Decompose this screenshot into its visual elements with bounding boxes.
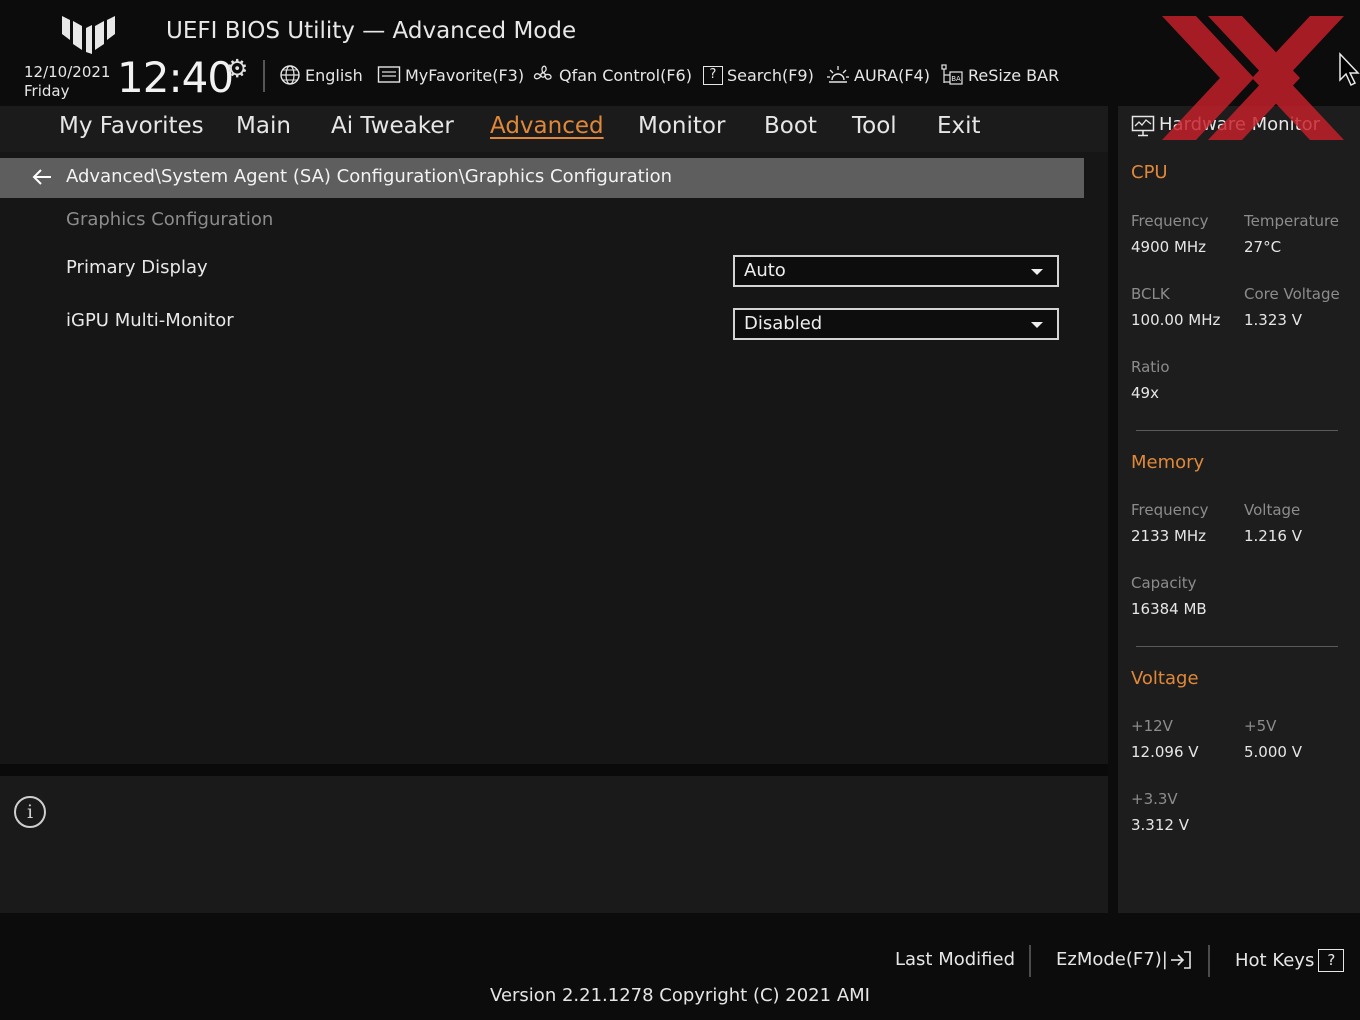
favorite-icon xyxy=(377,65,401,85)
section-divider xyxy=(1136,430,1338,431)
v33-value: 3.312 V xyxy=(1131,816,1189,834)
memory-heading: Memory xyxy=(1131,452,1205,473)
menu-tool[interactable]: Tool xyxy=(852,113,897,139)
section-title: Graphics Configuration xyxy=(66,209,274,230)
ezmode-button[interactable]: EzMode(F7)| xyxy=(1056,949,1192,970)
top-header: UEFI BIOS Utility — Advanced Mode 12/10/… xyxy=(0,0,1360,106)
globe-icon xyxy=(279,64,301,86)
igpu-multi-monitor-label: iGPU Multi-Monitor xyxy=(66,310,234,331)
ratio-label: Ratio xyxy=(1131,358,1170,376)
igpu-multi-monitor-value: Disabled xyxy=(744,313,823,334)
back-arrow-icon[interactable] xyxy=(31,167,53,192)
my-favorite-button[interactable]: MyFavorite(F3) xyxy=(377,62,524,88)
info-panel: i xyxy=(0,776,1108,913)
panel-divider xyxy=(0,764,1108,776)
ezmode-label: EzMode(F7)| xyxy=(1056,949,1168,970)
cpu-frequency-value: 4900 MHz xyxy=(1131,238,1207,256)
aura-light-icon xyxy=(826,64,850,86)
resize-bar-label: ReSize BAR xyxy=(968,65,1060,85)
breadcrumb-bar: Advanced\System Agent (SA) Configuration… xyxy=(0,158,1084,198)
memory-frequency-value: 2133 MHz xyxy=(1131,527,1207,545)
memory-voltage-label: Voltage xyxy=(1244,501,1301,519)
exit-arrow-icon xyxy=(1170,950,1192,970)
breadcrumb: Advanced\System Agent (SA) Configuration… xyxy=(66,166,673,187)
qfan-label: Qfan Control(F6) xyxy=(559,65,692,85)
gear-icon[interactable]: ⚙ xyxy=(226,54,248,83)
memory-voltage-value: 1.216 V xyxy=(1244,527,1302,545)
menu-monitor[interactable]: Monitor xyxy=(638,113,725,139)
resize-bar-icon: BA xyxy=(940,63,964,87)
fan-icon xyxy=(531,63,555,87)
clock: 12:40 xyxy=(117,53,234,102)
cpu-temperature-label: Temperature xyxy=(1244,212,1340,230)
header-divider xyxy=(263,60,265,92)
voltage-heading: Voltage xyxy=(1131,668,1199,689)
cpu-frequency-label: Frequency xyxy=(1131,212,1209,230)
hot-keys-button[interactable]: Hot Keys ? xyxy=(1235,949,1345,972)
date-display: 12/10/2021 Friday xyxy=(24,63,110,101)
date-text: 12/10/2021 xyxy=(24,63,111,81)
primary-display-select[interactable]: Auto xyxy=(733,255,1059,287)
v12-label: +12V xyxy=(1131,717,1173,735)
chevron-down-icon xyxy=(1031,269,1043,275)
search-button[interactable]: ? Search(F9) xyxy=(703,62,814,88)
info-icon: i xyxy=(14,796,46,828)
mouse-cursor-icon xyxy=(1339,52,1360,87)
primary-display-value: Auto xyxy=(744,260,786,281)
v5-label: +5V xyxy=(1244,717,1277,735)
menu-main[interactable]: Main xyxy=(236,113,291,139)
menu-exit[interactable]: Exit xyxy=(937,113,981,139)
hardware-monitor-panel: Hardware Monitor CPU Frequency 4900 MHz … xyxy=(1118,106,1360,913)
footer-bar: Last Modified EzMode(F7)| Hot Keys ? Ver… xyxy=(0,913,1360,1020)
footer-divider xyxy=(1208,945,1210,977)
igpu-multi-monitor-select[interactable]: Disabled xyxy=(733,308,1059,340)
tuf-logo-icon xyxy=(62,16,115,54)
menu-advanced[interactable]: Advanced xyxy=(490,113,604,139)
menu-boot[interactable]: Boot xyxy=(764,113,817,139)
resize-bar-button[interactable]: BA ReSize BAR xyxy=(940,62,1059,88)
monitor-icon xyxy=(1131,115,1155,137)
menu-my-favorites[interactable]: My Favorites xyxy=(59,113,204,139)
bclk-value: 100.00 MHz xyxy=(1131,311,1221,329)
last-modified-button[interactable]: Last Modified xyxy=(895,949,1015,970)
hot-keys-label: Hot Keys xyxy=(1235,950,1315,971)
cpu-heading: CPU xyxy=(1131,162,1168,183)
aura-label: AURA(F4) xyxy=(854,65,930,85)
cpu-temperature-value: 27°C xyxy=(1244,238,1282,256)
language-label: English xyxy=(305,65,363,85)
aura-button[interactable]: AURA(F4) xyxy=(826,62,930,88)
qfan-control-button[interactable]: Qfan Control(F6) xyxy=(531,62,692,88)
language-button[interactable]: English xyxy=(279,62,363,88)
my-favorite-label: MyFavorite(F3) xyxy=(405,65,525,85)
memory-frequency-label: Frequency xyxy=(1131,501,1209,519)
v33-label: +3.3V xyxy=(1131,790,1178,808)
day-text: Friday xyxy=(24,82,70,100)
menu-ai-tweaker[interactable]: Ai Tweaker xyxy=(331,113,454,139)
help-box-icon: ? xyxy=(1318,949,1345,972)
ratio-value: 49x xyxy=(1131,384,1159,402)
capacity-label: Capacity xyxy=(1131,574,1197,592)
sidebar-gap xyxy=(1108,106,1118,913)
core-voltage-label: Core Voltage xyxy=(1244,285,1340,303)
app-title: UEFI BIOS Utility — Advanced Mode xyxy=(166,18,577,44)
capacity-value: 16384 MB xyxy=(1131,600,1207,618)
svg-text:BA: BA xyxy=(951,75,961,83)
main-menu-bar: My Favorites Main Ai Tweaker Advanced Mo… xyxy=(0,106,1108,152)
footer-divider xyxy=(1029,945,1031,977)
help-box-icon: ? xyxy=(703,65,723,85)
v12-value: 12.096 V xyxy=(1131,743,1199,761)
primary-display-label: Primary Display xyxy=(66,257,208,278)
bclk-label: BCLK xyxy=(1131,285,1170,303)
section-divider xyxy=(1136,646,1338,647)
v5-value: 5.000 V xyxy=(1244,743,1302,761)
hardware-monitor-title: Hardware Monitor xyxy=(1159,114,1321,135)
main-panel: Advanced\System Agent (SA) Configuration… xyxy=(0,152,1108,764)
search-label: Search(F9) xyxy=(727,65,814,85)
chevron-down-icon xyxy=(1031,322,1043,328)
version-text: Version 2.21.1278 Copyright (C) 2021 AMI xyxy=(490,985,870,1006)
core-voltage-value: 1.323 V xyxy=(1244,311,1302,329)
